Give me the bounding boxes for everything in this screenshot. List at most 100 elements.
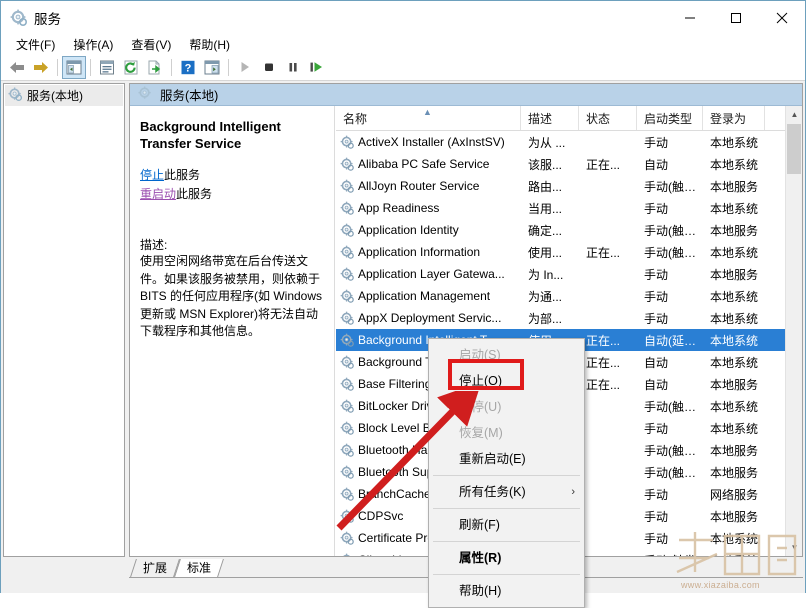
column-header-description[interactable]: 描述 [521, 106, 579, 130]
service-gear-icon [340, 179, 354, 193]
ctx-refresh[interactable]: 刷新(F) [429, 512, 584, 538]
service-gear-icon [340, 333, 354, 347]
view-tab[interactable]: 标准 [174, 559, 224, 577]
cell-status: 正在... [579, 244, 637, 261]
service-name-label: Alibaba PC Safe Service [358, 157, 489, 171]
sort-ascending-icon: ▲ [423, 107, 432, 117]
toolbar-separator-4 [228, 59, 229, 76]
service-name-label: AllJoyn Router Service [358, 179, 479, 193]
pane-header-label: 服务(本地) [160, 85, 218, 104]
column-header-status[interactable]: 状态 [579, 106, 637, 130]
service-gear-icon [340, 355, 354, 369]
view-tab-label: 扩展 [143, 559, 167, 577]
ctx-restart[interactable]: 重新启动(E) [429, 446, 584, 472]
column-header-startup-type[interactable]: 启动类型 [637, 106, 703, 130]
cell-startup-type: 自动 [637, 376, 703, 393]
cell-service-name: Application Management [336, 289, 521, 303]
scroll-up-icon[interactable]: ▲ [786, 106, 803, 123]
cell-logon-as: 本地系统 [703, 200, 765, 217]
table-row[interactable]: Application Management为通...手动本地系统 [336, 285, 802, 307]
service-gear-icon [340, 443, 354, 457]
help-icon[interactable]: ? [176, 56, 200, 79]
stop-service-line: 停止此服务 [140, 166, 324, 185]
window-controls [667, 1, 805, 34]
restart-service-icon[interactable] [305, 56, 329, 79]
service-gear-icon [340, 509, 354, 523]
close-button[interactable] [759, 1, 805, 34]
pause-service-icon[interactable] [281, 56, 305, 79]
restart-service-line: 重启动此服务 [140, 185, 324, 204]
table-row[interactable]: Application Information使用...正在...手动(触发..… [336, 241, 802, 263]
export-list-icon[interactable] [143, 56, 167, 79]
cell-service-name: Application Identity [336, 223, 521, 237]
show-pane-icon[interactable] [200, 56, 224, 79]
menu-file[interactable]: 文件(F) [7, 34, 64, 55]
selected-service-title: Background Intelligent Transfer Service [140, 118, 324, 152]
menu-action[interactable]: 操作(A) [64, 34, 122, 55]
submenu-arrow-icon: › [571, 479, 575, 505]
cell-description: 路由... [521, 178, 579, 195]
cell-description: 确定... [521, 222, 579, 239]
ctx-help[interactable]: 帮助(H) [429, 578, 584, 604]
svg-text:?: ? [185, 62, 192, 74]
pane-header: 服务(本地) [130, 84, 802, 106]
ctx-all-tasks[interactable]: 所有任务(K)› [429, 479, 584, 505]
service-gear-icon [340, 399, 354, 413]
context-menu-separator [433, 574, 580, 575]
scrollbar-thumb[interactable] [787, 124, 801, 174]
view-tab[interactable]: 扩展 [130, 559, 180, 577]
table-row[interactable]: AllJoyn Router Service路由...手动(触发...本地服务 [336, 175, 802, 197]
forward-icon[interactable] [29, 56, 53, 79]
cell-service-name: ActiveX Installer (AxInstSV) [336, 135, 521, 149]
menu-view[interactable]: 查看(V) [122, 34, 180, 55]
ctx-stop[interactable]: 停止(O) [429, 368, 584, 394]
maximize-button[interactable] [713, 1, 759, 34]
table-row[interactable]: ActiveX Installer (AxInstSV)为从 ...手动本地系统 [336, 131, 802, 153]
service-name-label: Application Management [358, 289, 490, 303]
show-hide-tree-icon[interactable] [62, 56, 86, 79]
back-icon[interactable] [5, 56, 29, 79]
table-row[interactable]: App Readiness当用...手动本地系统 [336, 197, 802, 219]
ctx-properties[interactable]: 属性(R) [429, 545, 584, 571]
context-menu-separator [433, 541, 580, 542]
cell-startup-type: 手动(触发 [637, 552, 703, 557]
services-gear-icon [10, 9, 27, 26]
tree-item-services-local[interactable]: 服务(本地) [5, 85, 123, 106]
context-menu-item-label: 重新启动(E) [459, 452, 526, 466]
table-row[interactable]: Application Identity确定...手动(触发...本地服务 [336, 219, 802, 241]
start-service-icon[interactable] [233, 56, 257, 79]
context-menu-separator [433, 475, 580, 476]
table-row[interactable]: AppX Deployment Servic...为部...手动本地系统 [336, 307, 802, 329]
cell-startup-type: 手动 [637, 420, 703, 437]
properties-icon[interactable] [95, 56, 119, 79]
refresh-icon[interactable] [119, 56, 143, 79]
service-gear-icon [340, 267, 354, 281]
table-row[interactable]: Application Layer Gatewa...为 In...手动本地服务 [336, 263, 802, 285]
cell-startup-type: 手动(触发... [637, 244, 703, 261]
service-gear-icon [340, 135, 354, 149]
menu-help[interactable]: 帮助(H) [180, 34, 239, 55]
minimize-button[interactable] [667, 1, 713, 34]
title-bar: 服务 [1, 1, 805, 34]
ctx-resume: 恢复(M) [429, 420, 584, 446]
cell-startup-type: 自动 [637, 156, 703, 173]
cell-description: 为 In... [521, 266, 579, 283]
vertical-scrollbar[interactable]: ▲ ▼ [785, 106, 802, 556]
view-tab-label: 标准 [187, 559, 211, 577]
column-header-name-label: 名称 [343, 110, 367, 127]
scroll-down-icon[interactable]: ▼ [786, 539, 803, 556]
table-row[interactable]: Alibaba PC Safe Service该服...正在...自动本地系统 [336, 153, 802, 175]
context-menu: 启动(S)停止(O)暂停(U)恢复(M)重新启动(E)所有任务(K)›刷新(F)… [428, 338, 585, 608]
cell-logon-as: 本地系统 [703, 244, 765, 261]
column-header-logon-as[interactable]: 登录为 [703, 106, 765, 130]
service-name-label: Application Information [358, 245, 480, 259]
cell-description: 为从 ... [521, 134, 579, 151]
stop-service-link[interactable]: 停止 [140, 168, 164, 182]
stop-service-icon[interactable] [257, 56, 281, 79]
column-header-name[interactable]: 名称 ▲ [336, 106, 521, 130]
cell-description: 该服... [521, 156, 579, 173]
restart-service-link[interactable]: 重启动 [140, 187, 176, 201]
cell-logon-as: 本地系统 [703, 156, 765, 173]
cell-logon-as: 本地系统 [703, 552, 765, 557]
cell-logon-as: 网络服务 [703, 486, 765, 503]
